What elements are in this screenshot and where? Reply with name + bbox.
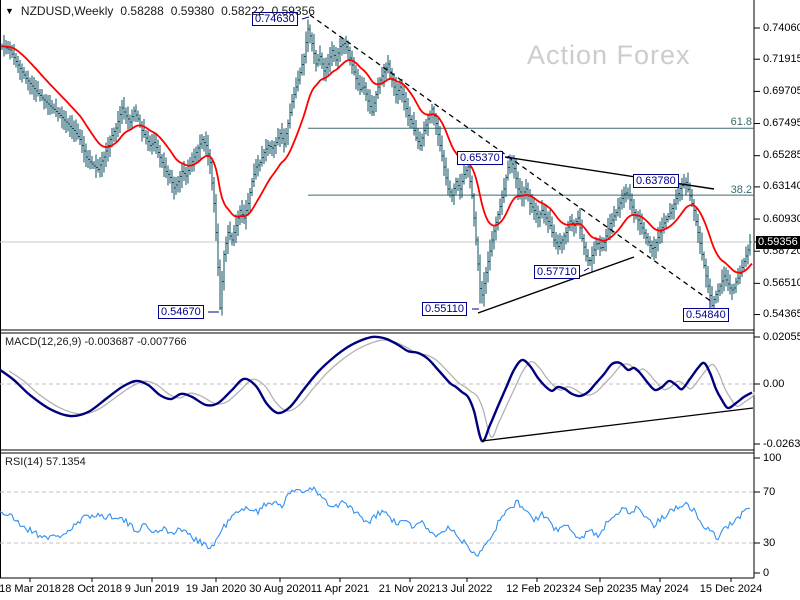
- macd-value-2: -0.007766: [137, 336, 187, 348]
- macd-tick-label: 0.020555: [763, 330, 800, 343]
- macd-tick-label: 0.00: [763, 377, 785, 390]
- ohlc-open: 0.58288: [120, 4, 164, 18]
- price-level-annotation[interactable]: 0.63780: [633, 174, 679, 188]
- price-tick-label: 0.71915: [763, 52, 800, 65]
- macd-indicator-label: MACD(12,26,9) -0.003687 -0.007766: [5, 336, 187, 348]
- price-tick-label: 0.54365: [763, 308, 800, 321]
- macd-value-1: -0.003687: [84, 336, 135, 348]
- price-tick-label: 0.69705: [763, 84, 800, 97]
- rsi-tick-label: 0: [763, 566, 770, 579]
- price-level-annotation[interactable]: 0.54840: [683, 308, 729, 322]
- date-tick-label: 18 Mar 2018: [0, 583, 61, 595]
- date-tick-label: 21 Nov 2021: [378, 583, 442, 595]
- price-tick-label: 0.60930: [763, 212, 800, 225]
- current-price-tag: 0.59356: [756, 236, 800, 249]
- price-tick-label: 0.67495: [763, 117, 800, 130]
- date-tick-label: 19 Jan 2020: [185, 583, 247, 595]
- date-tick-label: 11 Apr 2021: [310, 583, 370, 595]
- date-tick-label: 30 Aug 2020: [249, 583, 311, 595]
- rsi-tick-label: 30: [763, 536, 776, 549]
- rsi-tick-label: 100: [763, 451, 782, 464]
- date-tick-label: 5 May 2024: [631, 583, 689, 595]
- chart-header: ▼ NZDUSD,Weekly 0.58288 0.59380 0.58222 …: [5, 4, 315, 18]
- chart-canvas[interactable]: [0, 0, 800, 600]
- ohlc-high: 0.59380: [170, 4, 215, 18]
- price-level-annotation[interactable]: 0.55110: [422, 302, 467, 316]
- rsi-indicator-label: RSI(14) 57.1354: [5, 456, 86, 468]
- symbol-dropdown-icon[interactable]: ▼: [5, 6, 14, 16]
- ohlc-close: 0.59356: [271, 4, 315, 18]
- date-tick-label: 3 Jul 2022: [441, 583, 493, 595]
- price-level-annotation[interactable]: 0.57710: [534, 265, 580, 279]
- macd-tick-label: -0.026356: [763, 437, 800, 450]
- price-tick-label: 0.65285: [763, 149, 800, 162]
- date-tick-label: 15 Dec 2024: [699, 583, 763, 595]
- fib-level-label: 61.8: [730, 116, 752, 128]
- price-tick-label: 0.74060: [763, 21, 800, 34]
- ohlc-low: 0.58222: [221, 4, 265, 18]
- rsi-name: RSI(14): [5, 456, 43, 468]
- fib-level-label: 38.2: [730, 184, 752, 196]
- date-tick-label: 28 Oct 2018: [62, 583, 122, 595]
- symbol-timeframe-label: NZDUSD,Weekly: [20, 4, 114, 18]
- price-level-annotation[interactable]: 0.54670: [158, 305, 204, 319]
- rsi-value: 57.1354: [45, 456, 86, 468]
- watermark: Action Forex: [527, 40, 691, 70]
- price-tick-label: 0.56510: [763, 276, 800, 289]
- date-tick-label: 9 Jun 2019: [124, 583, 180, 595]
- price-level-annotation[interactable]: 0.65370: [457, 151, 503, 165]
- rsi-tick-label: 70: [763, 485, 776, 498]
- date-tick-label: 12 Feb 2023: [506, 583, 568, 595]
- price-tick-label: 0.63140: [763, 180, 800, 193]
- macd-name: MACD(12,26,9): [5, 336, 82, 348]
- date-tick-label: 24 Sep 2023: [568, 583, 632, 595]
- chart-window: ▼ NZDUSD,Weekly 0.58288 0.59380 0.58222 …: [0, 0, 800, 600]
